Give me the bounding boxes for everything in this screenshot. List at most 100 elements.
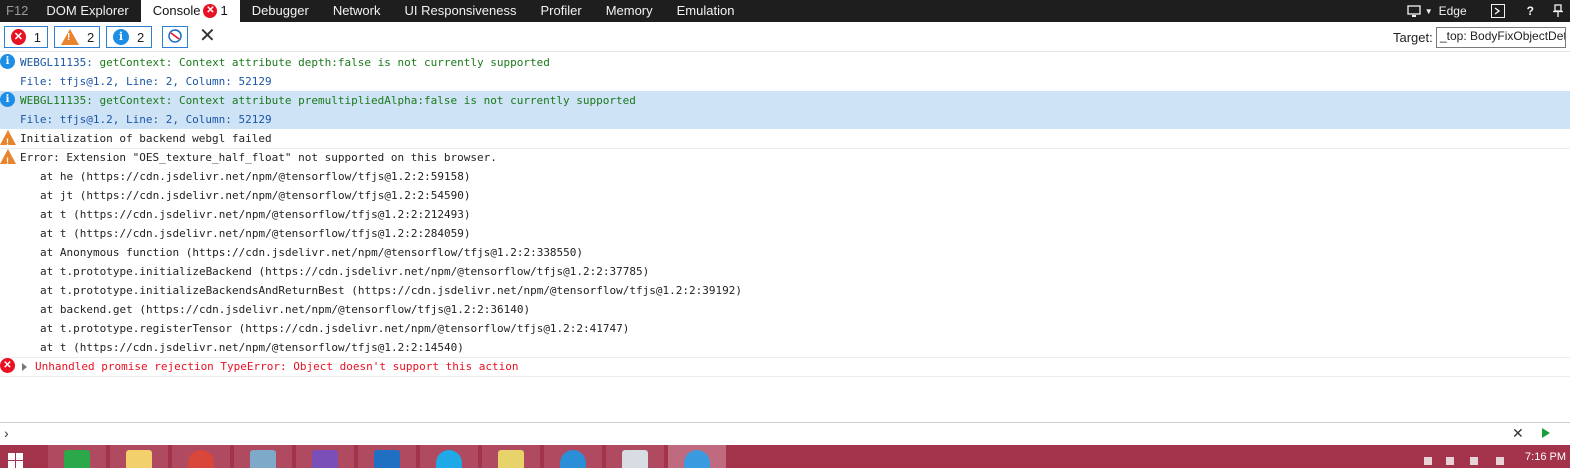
clear-on-navigate-icon	[166, 28, 184, 47]
message-text: Unhandled promise rejection TypeError: O…	[35, 360, 519, 373]
input-clear-button[interactable]: ✕	[1512, 425, 1524, 442]
message-body: getContext: Context attribute depth:fals…	[99, 56, 550, 69]
stack-frame-text: at t.prototype.registerTensor (https://c…	[40, 322, 630, 335]
expand-arrow-icon[interactable]	[22, 363, 27, 371]
messages-count: 2	[137, 29, 145, 45]
tabbar-right-controls: ▼ Edge ?	[1401, 0, 1570, 22]
tray-chevron-icon[interactable]	[1424, 457, 1432, 465]
warnings-filter-button[interactable]: ! 2	[54, 26, 100, 48]
taskbar-clock[interactable]: 7:16 PM	[1525, 451, 1566, 463]
target-select[interactable]: _top: BodyFixObjectDetection	[1436, 27, 1566, 48]
console-input-bar[interactable]: › ✕	[0, 422, 1570, 444]
message-text: Error: Extension "OES_texture_half_float…	[20, 151, 497, 164]
errors-filter-button[interactable]: ✕ 1	[4, 26, 48, 48]
internet-explorer-icon	[684, 450, 710, 468]
stack-frame: at t.prototype.registerTensor (https://c…	[0, 319, 1570, 338]
message-text: Initialization of backend webgl failed	[20, 132, 272, 145]
tab-emulation[interactable]: Emulation	[665, 0, 747, 22]
notepad-icon	[622, 450, 648, 468]
stack-frame: at t (https://cdn.jsdelivr.net/npm/@tens…	[0, 338, 1570, 357]
warnings-count: 2	[87, 29, 95, 45]
taskbar-notes-button[interactable]	[482, 445, 540, 468]
taskbar-edge-button[interactable]	[544, 445, 602, 468]
help-button[interactable]: ?	[1521, 4, 1540, 18]
stack-frame-text: at t (https://cdn.jsdelivr.net/npm/@tens…	[40, 227, 471, 240]
message-source-link[interactable]: File: tfjs@1.2, Line: 2, Column: 52129	[20, 72, 272, 91]
tray-network-icon[interactable]	[1446, 457, 1454, 465]
store-icon	[64, 450, 90, 468]
windows-taskbar: 7:16 PM	[0, 445, 1570, 468]
taskbar-ie-button[interactable]	[668, 445, 726, 468]
message-source-link[interactable]: File: tfjs@1.2, Line: 2, Column: 52129	[20, 110, 272, 129]
windows-start-icon[interactable]	[6, 451, 36, 468]
taskbar-outlook-button[interactable]	[358, 445, 416, 468]
pin-button[interactable]	[1546, 4, 1570, 18]
stack-frame-text: at jt (https://cdn.jsdelivr.net/npm/@ten…	[40, 189, 471, 202]
console-toggle-button[interactable]	[1485, 4, 1511, 18]
visual-studio-icon	[312, 450, 338, 468]
browser-mode-label: Edge	[1438, 4, 1467, 18]
error-icon: ✕	[0, 358, 15, 373]
taskbar-chrome-button[interactable]	[172, 445, 230, 468]
stack-frame-text: at t.prototype.initializeBackendsAndRetu…	[40, 284, 742, 297]
stack-frame: at backend.get (https://cdn.jsdelivr.net…	[0, 300, 1570, 319]
console-toolbar: ✕ 1 ! 2 i 2 ✕	[0, 22, 1570, 52]
tab-dom-explorer[interactable]: DOM Explorer	[34, 0, 140, 22]
stack-frame: at t (https://cdn.jsdelivr.net/npm/@tens…	[0, 224, 1570, 243]
browser-mode-dropdown[interactable]: ▼ Edge	[1401, 4, 1473, 18]
message-text: WEBGL11135: getContext: Context attribut…	[20, 91, 636, 110]
warning-icon-glyph: !	[67, 32, 71, 43]
clear-console-button[interactable]: ✕	[199, 25, 216, 47]
taskbar-explorer-button[interactable]	[110, 445, 168, 468]
console-error-count: 1	[220, 3, 228, 18]
stack-frame-text: at t (https://cdn.jsdelivr.net/npm/@tens…	[40, 208, 471, 221]
console-message-warning[interactable]: ! Error: Extension "OES_texture_half_flo…	[0, 148, 1570, 167]
stack-frame: at t.prototype.initializeBackend (https:…	[0, 262, 1570, 281]
chevron-down-icon: ▼	[1424, 6, 1433, 16]
tab-network[interactable]: Network	[321, 0, 393, 22]
messages-filter-button[interactable]: i 2	[106, 26, 152, 48]
stack-frame-text: at he (https://cdn.jsdelivr.net/npm/@ten…	[40, 170, 471, 183]
monitor-icon	[1407, 4, 1423, 18]
notes-icon	[498, 450, 524, 468]
warning-icon: !	[0, 130, 16, 147]
run-button[interactable]	[1542, 428, 1550, 438]
stack-frame: at he (https://cdn.jsdelivr.net/npm/@ten…	[0, 167, 1570, 186]
taskbar-store-button[interactable]	[48, 445, 106, 468]
outlook-icon	[374, 450, 400, 468]
warning-icon: !	[61, 29, 79, 45]
taskbar-visual-studio-button[interactable]	[296, 445, 354, 468]
stack-frame-text: at backend.get (https://cdn.jsdelivr.net…	[40, 303, 531, 316]
info-icon: i	[113, 29, 129, 45]
stack-frame: at Anonymous function (https://cdn.jsdel…	[0, 243, 1570, 262]
devtools-tab-bar: F12 DOM Explorer Console ✕ 1 Debugger Ne…	[0, 0, 1570, 22]
tray-battery-icon[interactable]	[1470, 457, 1478, 465]
taskbar-notepad-button[interactable]	[606, 445, 664, 468]
tab-console-label: Console	[152, 3, 201, 18]
tab-memory[interactable]: Memory	[594, 0, 665, 22]
info-icon: i	[0, 92, 15, 107]
divider	[0, 376, 1570, 377]
console-message-source[interactable]: File: tfjs@1.2, Line: 2, Column: 52129	[0, 72, 1570, 91]
message-body: WEBGL11135: getContext: Context attribut…	[20, 94, 636, 107]
tab-profiler[interactable]: Profiler	[529, 0, 594, 22]
console-message-info[interactable]: i WEBGL11135: getContext: Context attrib…	[0, 53, 1570, 72]
console-message-source[interactable]: File: tfjs@1.2, Line: 2, Column: 52129	[0, 110, 1570, 129]
message-text: WEBGL11135: getContext: Context attribut…	[20, 56, 550, 69]
console-error-badge: ✕ 1	[203, 0, 228, 22]
console-message-info[interactable]: i WEBGL11135: getContext: Context attrib…	[0, 91, 1570, 110]
console-message-error[interactable]: ✕ Unhandled promise rejection TypeError:…	[0, 357, 1570, 376]
errors-count: 1	[33, 29, 41, 45]
stack-frame: at t.prototype.initializeBackendsAndRetu…	[0, 281, 1570, 300]
tray-volume-icon[interactable]	[1496, 457, 1504, 465]
console-message-warning[interactable]: ! Initialization of backend webgl failed	[0, 129, 1570, 148]
tab-console[interactable]: Console ✕ 1	[140, 0, 240, 22]
error-icon: ✕	[11, 29, 26, 45]
clear-on-navigate-button[interactable]	[162, 26, 188, 48]
tab-debugger[interactable]: Debugger	[240, 0, 321, 22]
tab-ui-responsiveness[interactable]: UI Responsiveness	[393, 0, 529, 22]
chrome-icon	[188, 450, 214, 468]
taskbar-tools-button[interactable]	[234, 445, 292, 468]
console-prompt-icon	[1490, 4, 1505, 18]
taskbar-skype-button[interactable]	[420, 445, 478, 468]
